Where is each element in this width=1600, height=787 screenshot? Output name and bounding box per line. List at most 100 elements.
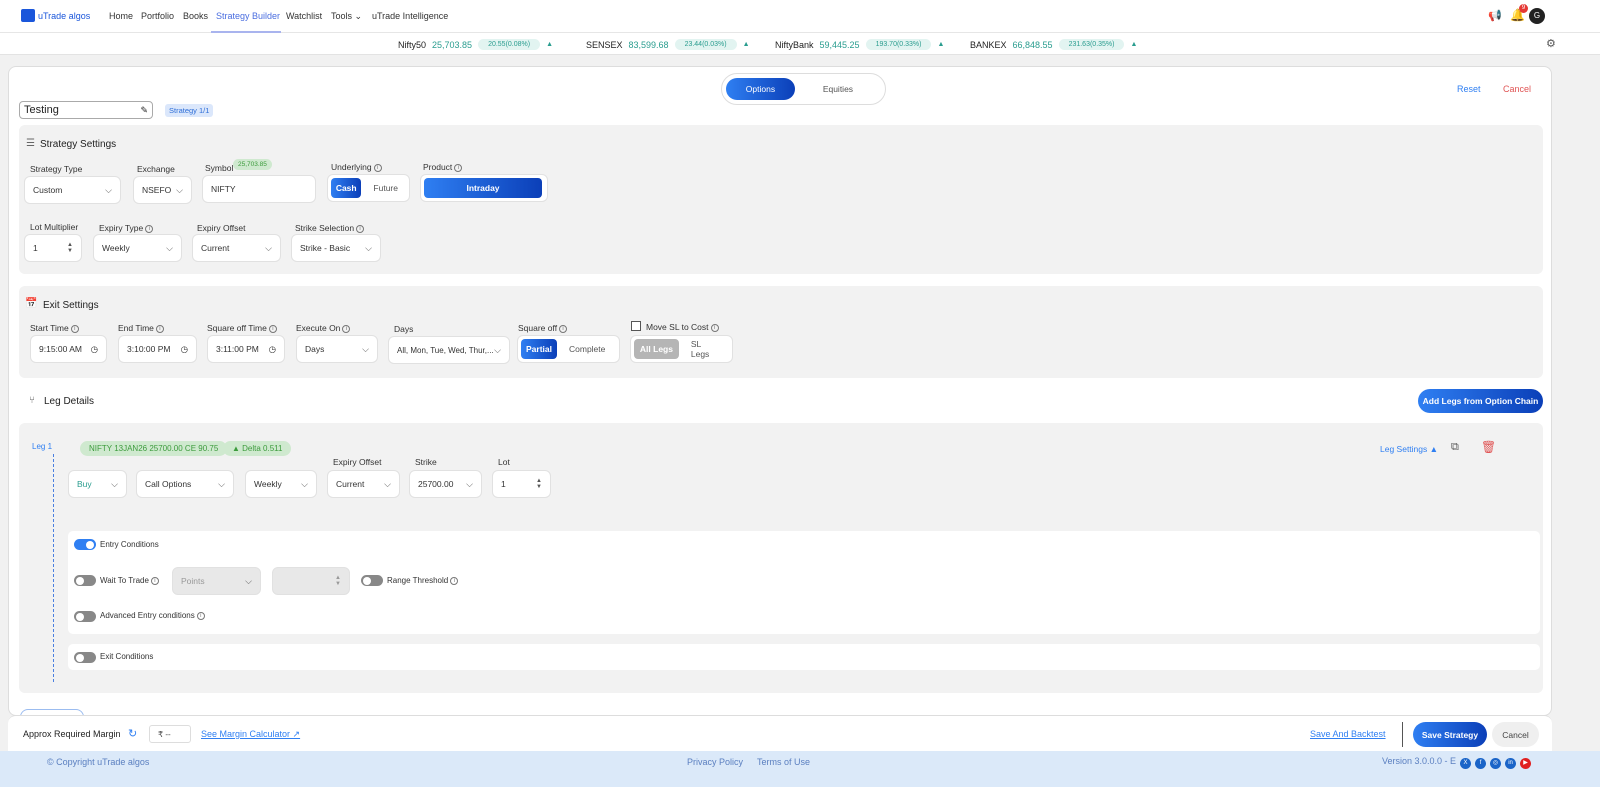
save-and-backtest-link[interactable]: Save And Backtest xyxy=(1310,729,1386,739)
end-time-input[interactable]: 3:10:00 PM ◷ xyxy=(118,335,197,363)
clock-icon[interactable]: ◷ xyxy=(181,344,188,355)
info-icon[interactable]: i xyxy=(268,324,277,333)
expiry-select[interactable]: Weekly ⌵ xyxy=(245,470,317,498)
option-type-select[interactable]: Call Options ⌵ xyxy=(136,470,234,498)
ticker-item[interactable]: BANKEX 66,848.55 231.63(0.35%) ▲ xyxy=(970,39,1137,50)
nav-strategy-builder[interactable]: Strategy Builder xyxy=(216,11,280,21)
margin-calculator-link[interactable]: See Margin Calculator ↗ xyxy=(201,729,300,740)
youtube-icon[interactable]: ▶ xyxy=(1520,758,1532,769)
lot-multiplier-value: 1 xyxy=(33,243,38,253)
lot-value: 1 xyxy=(501,479,506,489)
exchange-select[interactable]: NSEFO ⌵ xyxy=(133,176,192,204)
clock-icon[interactable]: ◷ xyxy=(269,344,276,355)
facebook-icon[interactable]: f xyxy=(1475,758,1487,769)
info-icon[interactable]: i xyxy=(70,324,79,333)
expiry-type-select[interactable]: Weekly ⌵ xyxy=(93,234,182,262)
move-sl-legs-toggle: All Legs SL Legs xyxy=(630,335,733,363)
pencil-icon[interactable]: ✎ xyxy=(140,105,148,116)
wait-to-trade-unit-select[interactable]: Points ⌵ xyxy=(172,567,261,595)
square-off-time-input[interactable]: 3:11:00 PM ◷ xyxy=(207,335,285,363)
info-icon[interactable]: i xyxy=(145,224,154,233)
strike-selection-select[interactable]: Strike - Basic ⌵ xyxy=(291,234,381,262)
range-threshold-toggle[interactable] xyxy=(361,575,383,586)
underlying-cash[interactable]: Cash xyxy=(331,178,362,198)
leg-card: Leg 1 NIFTY 13JAN26 25700.00 CE 90.75 ▲ … xyxy=(19,423,1543,693)
wait-to-trade-toggle[interactable] xyxy=(74,575,96,586)
info-icon[interactable]: i xyxy=(450,576,459,585)
info-icon[interactable]: i xyxy=(342,324,351,333)
info-icon[interactable]: i xyxy=(196,611,205,620)
avatar[interactable]: G xyxy=(1529,8,1545,24)
days-select[interactable]: All, Mon, Tue, Wed, Thur,... ⌵ xyxy=(388,336,510,364)
linkedin-icon[interactable]: in xyxy=(1505,758,1517,769)
square-off-complete[interactable]: Complete xyxy=(561,344,613,354)
ticker-change: 23.44(0.03%) xyxy=(674,39,737,50)
nav-utrade-intelligence[interactable]: uTrade Intelligence xyxy=(372,11,448,21)
nav-tools[interactable]: Tools ⌄ xyxy=(331,11,362,22)
lot-stepper[interactable]: 1 ▲ ▼ xyxy=(492,470,551,498)
stepper-arrows-icon[interactable]: ▲ ▼ xyxy=(335,575,341,587)
strategy-name-input[interactable]: Testing ✎ xyxy=(19,101,153,119)
terms-link[interactable]: Terms of Use xyxy=(757,757,810,767)
move-sl-all-legs[interactable]: All Legs xyxy=(634,339,679,359)
nav-home[interactable]: Home xyxy=(109,11,133,21)
info-icon[interactable]: i xyxy=(559,324,568,333)
strategy-type-value: Custom xyxy=(33,185,63,195)
tab-equities[interactable]: Equities xyxy=(795,84,881,94)
square-off-partial[interactable]: Partial xyxy=(521,339,557,359)
refresh-icon[interactable]: ↻ xyxy=(128,727,137,740)
cancel-button[interactable]: Cancel xyxy=(1492,722,1539,747)
ticker-item[interactable]: NiftyBank 59,445.25 193.70(0.33%) ▲ xyxy=(775,39,944,50)
start-time-input[interactable]: 9:15:00 AM ◷ xyxy=(30,335,107,363)
exit-conditions-toggle[interactable] xyxy=(74,652,96,663)
nav-books[interactable]: Books xyxy=(183,11,208,21)
reset-button[interactable]: Reset xyxy=(1457,84,1481,94)
leg-expiry-offset-select[interactable]: Current ⌵ xyxy=(327,470,400,498)
nav-portfolio[interactable]: Portfolio xyxy=(141,11,174,21)
ticker-item[interactable]: SENSEX 83,599.68 23.44(0.03%) ▲ xyxy=(586,39,750,50)
info-icon[interactable]: i xyxy=(454,163,463,172)
info-icon[interactable]: i xyxy=(356,224,365,233)
move-sl-checkbox[interactable] xyxy=(631,321,641,331)
megaphone-icon[interactable]: 📢 xyxy=(1488,9,1502,22)
gear-icon[interactable]: ⚙ xyxy=(1546,37,1556,50)
clock-icon[interactable]: ◷ xyxy=(91,344,98,355)
instagram-icon[interactable]: ◎ xyxy=(1490,758,1502,769)
lot-multiplier-stepper[interactable]: 1 ▲ ▼ xyxy=(24,234,82,262)
info-icon[interactable]: i xyxy=(710,323,719,332)
move-sl-sl-legs[interactable]: SL Legs xyxy=(683,339,729,359)
side-select[interactable]: Buy ⌵ xyxy=(68,470,127,498)
copy-icon[interactable]: ⧉ xyxy=(1451,441,1459,454)
chevron-down-icon: ⌵ xyxy=(166,242,173,253)
ticker-item[interactable]: Nifty50 25,703.85 20.55(0.08%) ▲ xyxy=(398,39,553,50)
chevron-down-icon: ⌄ xyxy=(354,11,363,21)
execute-on-select[interactable]: Days ⌵ xyxy=(296,335,378,363)
stepper-arrows-icon[interactable]: ▲ ▼ xyxy=(536,478,542,490)
info-icon[interactable]: i xyxy=(373,163,382,172)
info-icon[interactable]: i xyxy=(150,576,159,585)
sliders-icon: ☰ xyxy=(26,138,35,149)
save-strategy-button[interactable]: Save Strategy xyxy=(1413,722,1487,747)
leg-settings-button[interactable]: Leg Settings ▲ xyxy=(1380,444,1438,454)
add-legs-option-chain-button[interactable]: Add Legs from Option Chain xyxy=(1418,389,1543,413)
underlying-future[interactable]: Future xyxy=(365,183,406,193)
entry-conditions-toggle[interactable] xyxy=(74,539,96,550)
privacy-policy-link[interactable]: Privacy Policy xyxy=(687,757,743,767)
expiry-offset-select[interactable]: Current ⌵ xyxy=(192,234,281,262)
nav-watchlist[interactable]: Watchlist xyxy=(286,11,322,21)
brand-logo[interactable] xyxy=(21,9,35,22)
trash-icon[interactable]: 🗑 xyxy=(1481,440,1496,454)
tab-options[interactable]: Options xyxy=(726,78,795,100)
stepper-arrows-icon[interactable]: ▲ ▼ xyxy=(67,242,73,254)
chevron-down-icon: ⌵ xyxy=(105,184,112,195)
strategy-type-select[interactable]: Custom ⌵ xyxy=(24,176,121,204)
advanced-entry-toggle[interactable] xyxy=(74,611,96,622)
cancel-top-button[interactable]: Cancel xyxy=(1503,84,1531,94)
wait-to-trade-value-stepper[interactable]: ▲ ▼ xyxy=(272,567,350,595)
strike-select[interactable]: 25700.00 ⌵ xyxy=(409,470,482,498)
symbol-input[interactable]: NIFTY xyxy=(202,175,316,203)
info-icon[interactable]: i xyxy=(155,324,164,333)
symbol-value: NIFTY xyxy=(211,184,236,194)
product-intraday[interactable]: Intraday xyxy=(424,178,542,198)
x-twitter-icon[interactable]: X xyxy=(1460,758,1472,769)
